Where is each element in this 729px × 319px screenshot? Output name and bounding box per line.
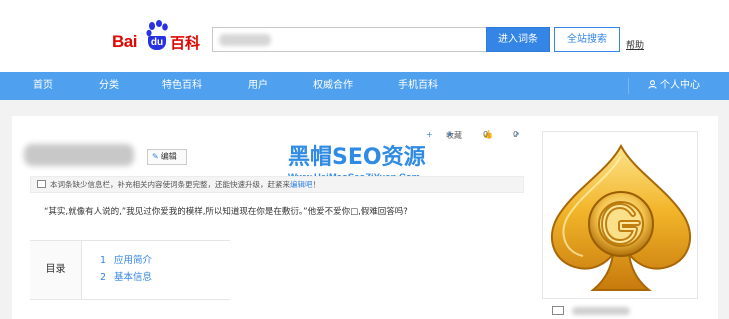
baidu-baike-logo[interactable]: Bai du 百科	[112, 20, 204, 56]
notice-icon	[37, 180, 46, 188]
nav-item-home[interactable]: 首页	[33, 72, 53, 100]
edit-button[interactable]: ✎ 编辑	[147, 149, 187, 165]
user-center-link[interactable]: 个人中心	[648, 72, 700, 100]
toc-item-number: 1	[100, 255, 107, 266]
logo-bai-text: Bai	[112, 32, 137, 51]
nav-item-category[interactable]: 分类	[99, 72, 119, 100]
pencil-icon: ✎	[152, 152, 159, 161]
nav-item-featured[interactable]: 特色百科	[162, 72, 202, 100]
main-nav: 首页 分类 特色百科 用户 权威合作 手机百科 个人中心	[0, 72, 729, 100]
logo-baike-text: 百科	[170, 34, 201, 52]
gold-spade-logo-image	[551, 143, 691, 291]
logo-du-text: du	[148, 36, 166, 50]
toc-label: 目录	[30, 241, 82, 299]
share-count: 0	[513, 130, 519, 139]
notice-edit-link[interactable]: 编辑吧	[290, 180, 313, 189]
notice-bar: 本词条缺少信息栏，补充相关内容使词条更完整，还能快速升级，赶紧来编辑吧！	[30, 176, 524, 193]
help-link[interactable]: 帮助	[626, 38, 644, 51]
nav-item-users[interactable]: 用户	[248, 72, 268, 100]
table-of-contents: 目录 1 应用简介 2 基本信息	[30, 240, 230, 300]
entry-summary: “其实,就像有人说的,”我见过你爱我的模样,所以知道现在你是在敷衍。”他爱不爱你…	[44, 207, 408, 217]
notice-text: 本词条缺少信息栏，补充相关内容使词条更完整，还能快速升级，赶紧来	[50, 180, 290, 189]
nav-item-partners[interactable]: 权威合作	[313, 72, 353, 100]
blurred-caption-text	[572, 307, 630, 315]
nav-item-mobile[interactable]: 手机百科	[398, 72, 438, 100]
entry-image[interactable]	[542, 131, 698, 319]
header: Bai du 百科 进入词条 全站搜索 帮助	[0, 0, 729, 72]
notice-end: ！	[312, 180, 321, 189]
toc-item-basic-info[interactable]: 2 基本信息	[100, 269, 152, 283]
search-input[interactable]	[212, 27, 486, 52]
blurred-search-text	[219, 34, 271, 46]
toc-item-label: 应用简介	[114, 255, 153, 266]
toc-item-number: 2	[100, 272, 107, 283]
add-icon[interactable]: +	[426, 130, 433, 139]
like-count: 0	[483, 130, 489, 139]
blurred-entry-title	[24, 144, 134, 166]
watermark-main-text: 黑帽SEO资源	[288, 145, 426, 170]
user-center-label: 个人中心	[660, 80, 700, 91]
toc-item-intro[interactable]: 1 应用简介	[100, 252, 152, 266]
toc-item-label: 基本信息	[114, 272, 153, 283]
user-icon	[648, 80, 657, 89]
enter-entry-button[interactable]: 进入词条	[486, 27, 550, 52]
picture-icon	[552, 306, 564, 315]
image-caption	[542, 298, 698, 319]
edit-label: 编辑	[160, 152, 177, 161]
site-search-button[interactable]: 全站搜索	[554, 27, 620, 52]
nav-divider	[628, 78, 629, 94]
